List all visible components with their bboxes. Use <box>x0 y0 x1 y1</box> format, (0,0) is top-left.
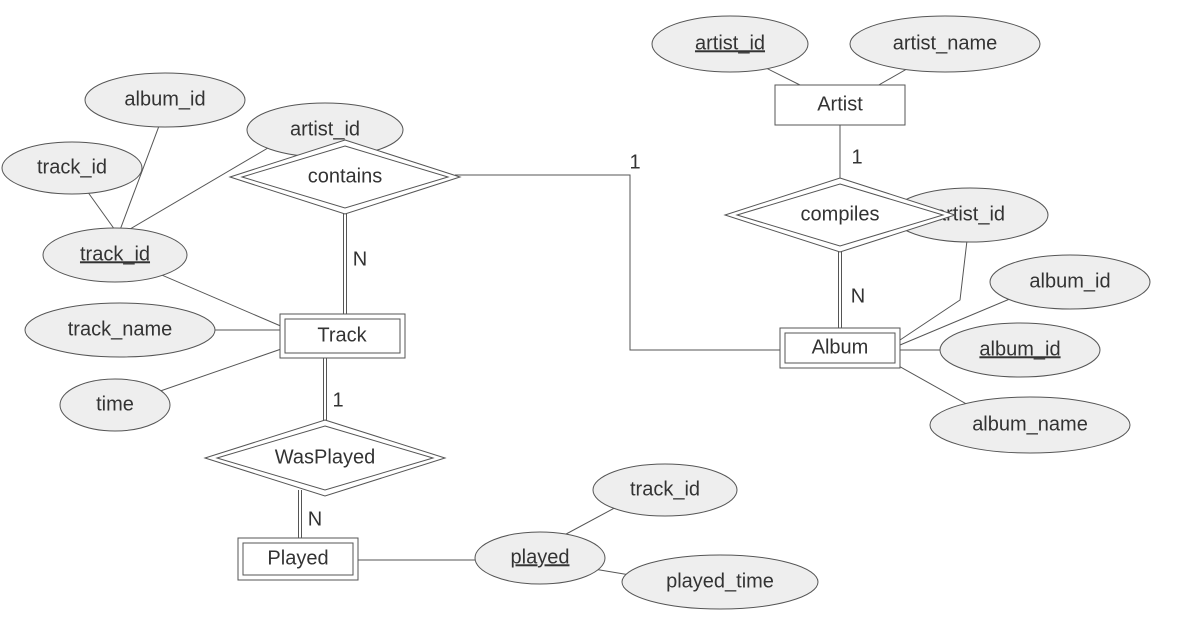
card-contains-track: N <box>353 248 367 270</box>
attr-track-name-label: track_name <box>68 318 173 340</box>
attr-artist-id-label: artist_id <box>695 32 765 54</box>
attr-artist-name-label: artist_name <box>893 32 998 54</box>
rel-compiles: compiles <box>725 178 955 252</box>
entity-album: Album <box>780 328 900 368</box>
rel-wasplayed-label: WasPlayed <box>275 446 375 468</box>
attr-album-album-id-label: album_id <box>979 338 1060 360</box>
entity-album-label: Album <box>812 336 869 358</box>
er-diagram: artist_id artist_name artist_id album_id… <box>0 0 1200 630</box>
attr-played-played: played <box>475 532 605 584</box>
entity-track: Track <box>280 314 405 358</box>
attr-track-name: track_name <box>25 303 215 357</box>
entity-artist: Artist <box>775 85 905 125</box>
attr-album-album-id-sub-label: album_id <box>1029 270 1110 292</box>
attr-album-name: album_name <box>930 397 1130 453</box>
attr-album-album-id-sub: album_id <box>990 255 1150 309</box>
card-contains-album: 1 <box>629 151 640 173</box>
attr-artist-id: artist_id <box>652 16 808 72</box>
card-wasplayed-played: N <box>308 508 322 530</box>
attr-track-track-id: track_id <box>43 228 187 282</box>
attr-track-track-id-sub-label: track_id <box>37 156 107 178</box>
card-compiles-album: N <box>851 285 865 307</box>
rel-contains-label: contains <box>308 165 383 187</box>
attr-track-album-id: album_id <box>85 73 245 127</box>
attr-played-time-label: played_time <box>666 570 774 592</box>
attr-album-album-id: album_id <box>940 323 1100 377</box>
entity-played-label: Played <box>267 547 328 569</box>
attr-played-track-id-label: track_id <box>630 478 700 500</box>
attr-track-track-id-label: track_id <box>80 243 150 265</box>
rel-compiles-label: compiles <box>801 203 880 225</box>
attr-track-time: time <box>60 379 170 431</box>
attr-played-played-label: played <box>511 546 570 568</box>
attr-played-time: played_time <box>622 555 818 609</box>
rel-wasplayed: WasPlayed <box>205 420 445 496</box>
card-compiles-artist: 1 <box>851 146 862 168</box>
attr-track-artist-id-label: artist_id <box>290 118 360 140</box>
rel-contains: contains <box>230 140 460 214</box>
attr-track-track-id-sub: track_id <box>2 142 142 194</box>
attr-track-album-id-label: album_id <box>124 88 205 110</box>
entity-track-label: Track <box>317 324 367 346</box>
attr-album-name-label: album_name <box>972 413 1088 435</box>
attr-played-track-id: track_id <box>593 464 737 516</box>
card-wasplayed-track: 1 <box>332 389 343 411</box>
entity-artist-label: Artist <box>817 93 863 115</box>
attr-track-time-label: time <box>96 393 134 415</box>
entity-played: Played <box>238 538 358 580</box>
attr-artist-name: artist_name <box>850 16 1040 72</box>
